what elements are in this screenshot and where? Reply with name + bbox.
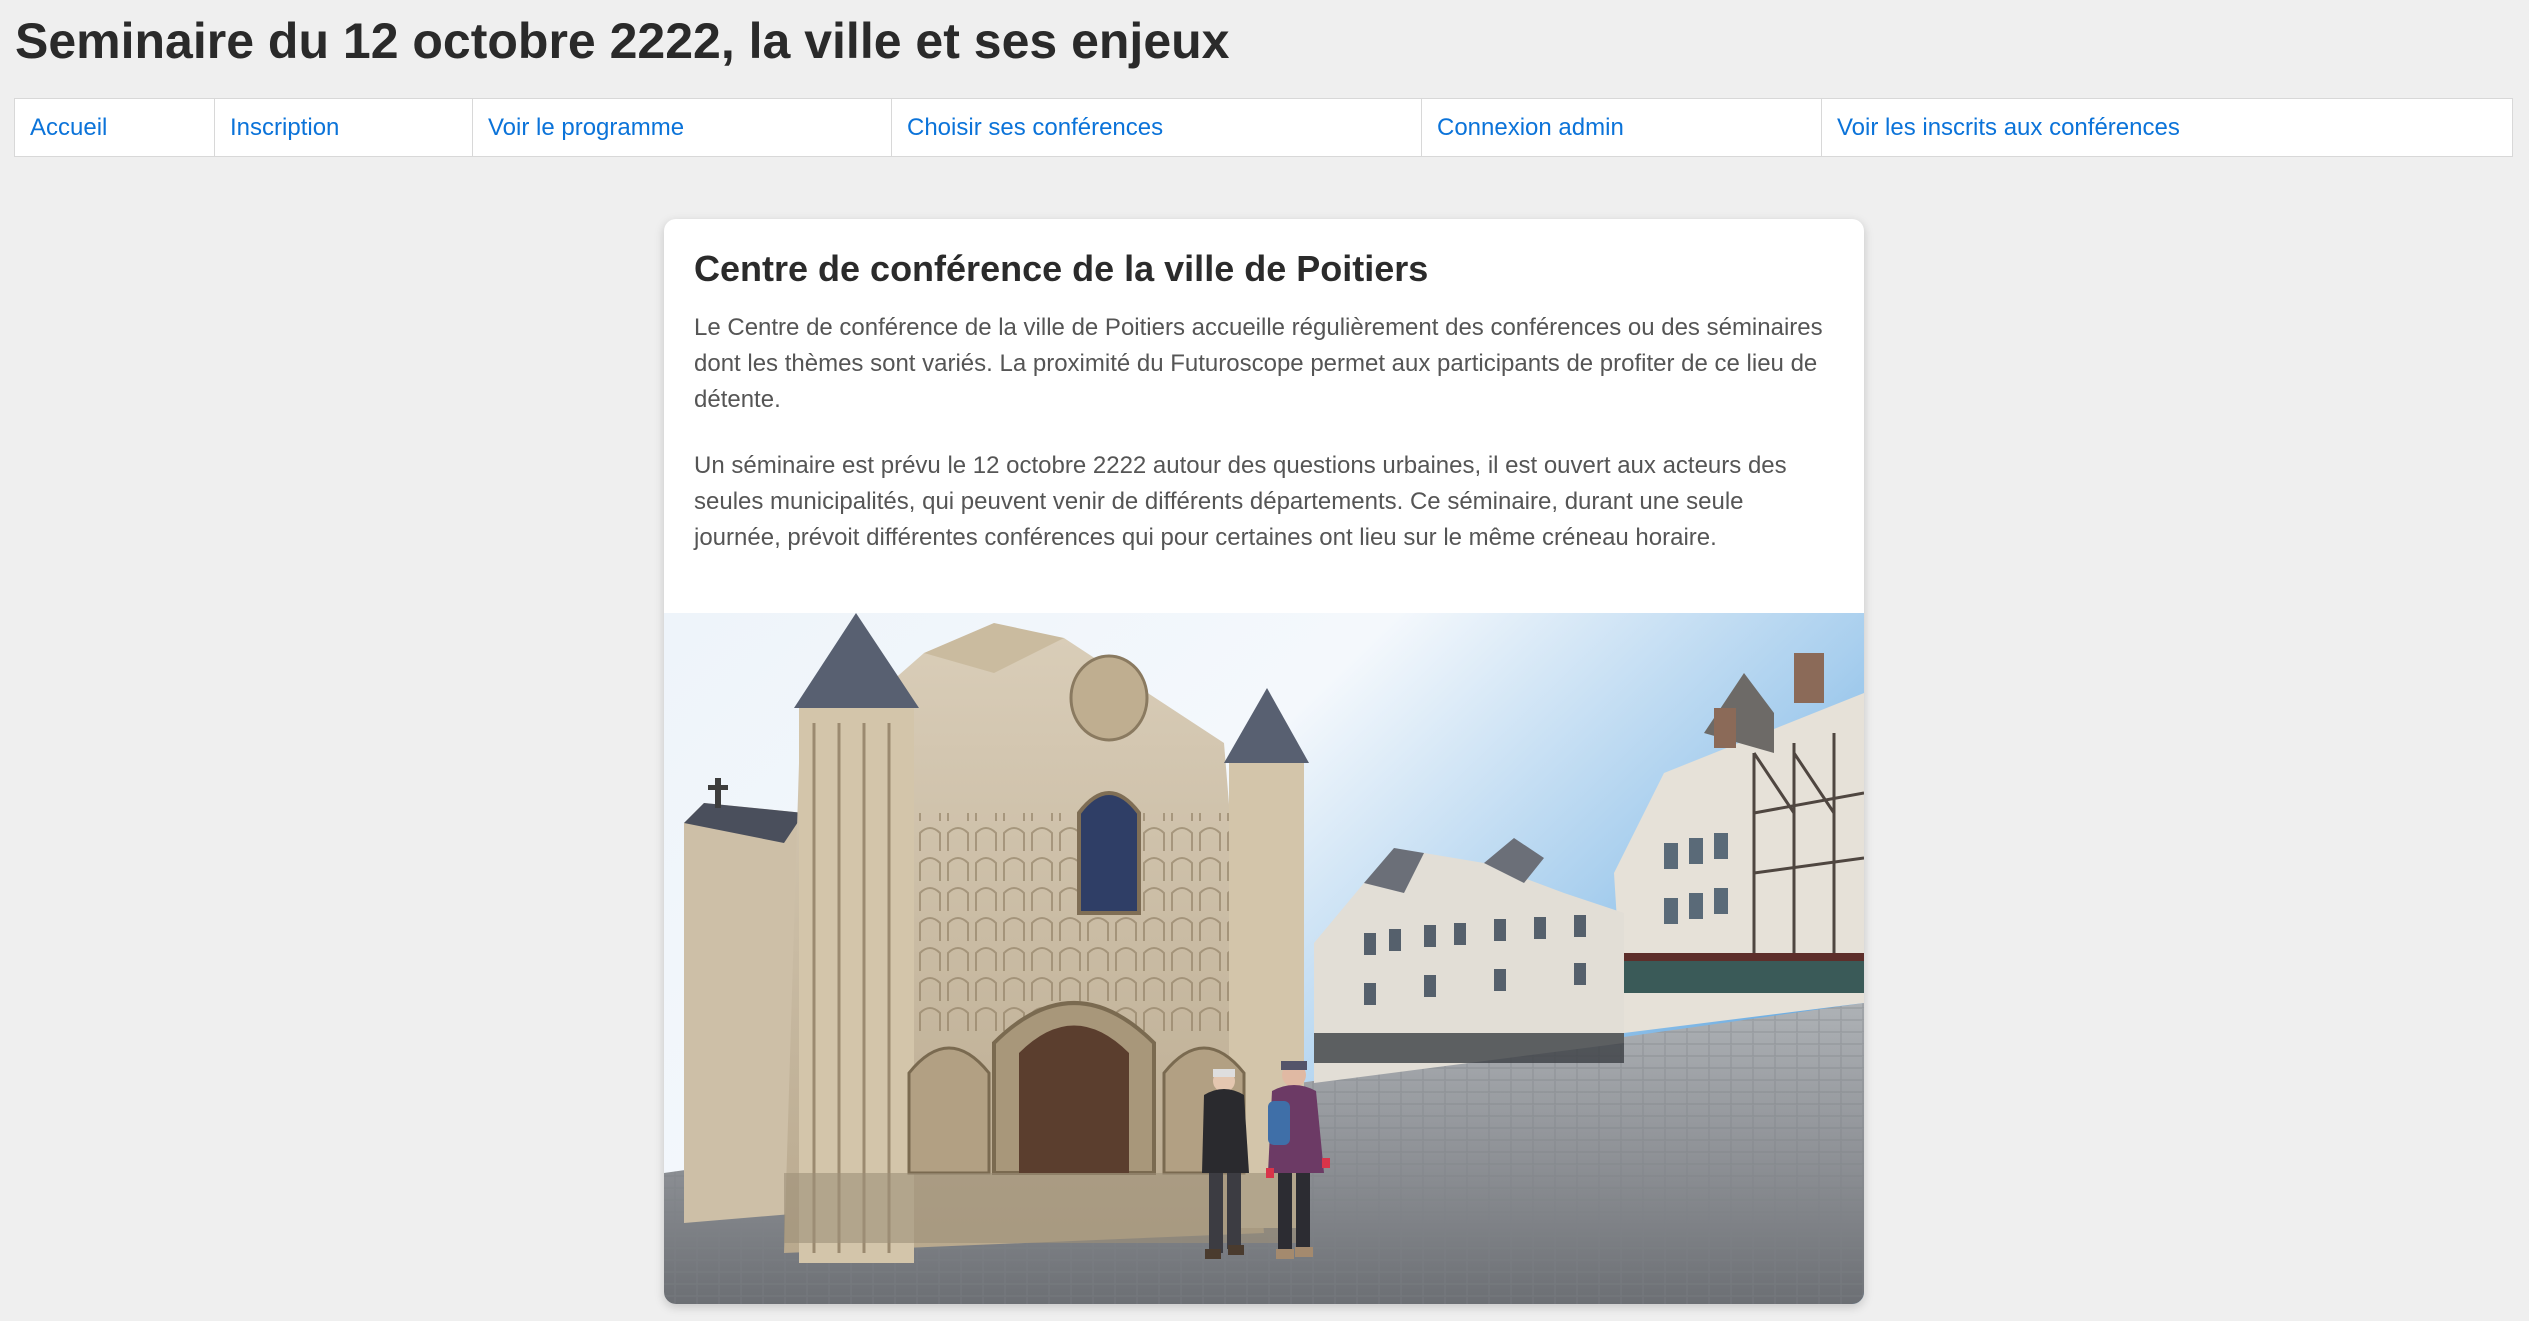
intro-paragraph: Le Centre de conférence de la ville de P… [694, 314, 1823, 414]
nav-link-choisir-conferences[interactable]: Choisir ses conférences [892, 99, 1422, 156]
card-body: Centre de conférence de la ville de Poit… [664, 219, 1864, 556]
nav-link-inscrits[interactable]: Voir les inscrits aux conférences [1822, 99, 2512, 156]
card-title: Centre de conférence de la ville de Poit… [694, 248, 1429, 289]
page-title: Seminaire du 12 octobre 2222, la ville e… [15, 13, 1230, 69]
nav-link-programme[interactable]: Voir le programme [473, 99, 892, 156]
nav-link-connexion-admin[interactable]: Connexion admin [1422, 99, 1822, 156]
conference-center-card: Centre de conférence de la ville de Poit… [664, 219, 1864, 1304]
nav-link-inscription[interactable]: Inscription [215, 99, 473, 156]
poitiers-church-photo [664, 613, 1864, 1304]
seminar-paragraph: Un séminaire est prévu le 12 octobre 222… [694, 452, 1787, 552]
main-navigation: Accueil Inscription Voir le programme Ch… [14, 98, 2513, 157]
nav-link-accueil[interactable]: Accueil [15, 99, 215, 156]
